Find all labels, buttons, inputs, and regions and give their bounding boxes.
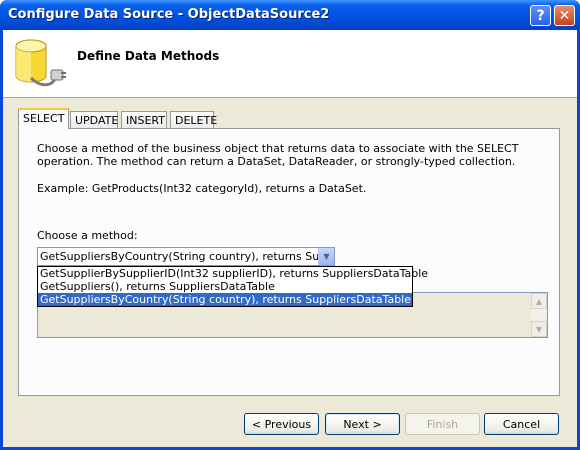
tab-update[interactable]: UPDATE (70, 111, 118, 128)
example-text: Example: GetProducts(Int32 categoryId), … (37, 182, 367, 195)
choose-method-label: Choose a method: (37, 229, 138, 242)
next-button[interactable]: Next > (325, 413, 400, 435)
scroll-up-icon[interactable]: ▲ (531, 293, 547, 309)
dialog-window: Configure Data Source - ObjectDataSource… (0, 0, 580, 450)
previous-button[interactable]: < Previous (244, 413, 319, 435)
dropdown-option[interactable]: GetSuppliers(), returns SuppliersDataTab… (38, 280, 412, 293)
dropdown-option-selected[interactable]: GetSuppliersByCountry(String country), r… (38, 293, 412, 306)
close-button[interactable]: ✕ (554, 5, 575, 26)
dialog-client-area: Define Data Methods SELECT UPDATE INSERT… (3, 30, 577, 447)
cancel-button[interactable]: Cancel (484, 413, 559, 435)
wizard-header: Define Data Methods (3, 30, 577, 98)
method-combobox[interactable]: GetSuppliersByCountry(String country), r… (37, 247, 335, 266)
database-plug-icon (15, 39, 66, 87)
page-title: Define Data Methods (77, 49, 220, 63)
scroll-down-icon[interactable]: ▼ (531, 321, 547, 337)
combo-selected-value: GetSuppliersByCountry(String country), r… (40, 250, 334, 263)
window-title: Configure Data Source - ObjectDataSource… (8, 7, 330, 22)
finish-button[interactable]: Finish (405, 413, 480, 435)
title-bar[interactable]: Configure Data Source - ObjectDataSource… (0, 0, 580, 30)
tab-insert[interactable]: INSERT (121, 111, 167, 128)
select-tab-panel: Choose a method of the business object t… (18, 128, 560, 396)
tab-delete[interactable]: DELETE (170, 111, 217, 128)
dropdown-option[interactable]: GetSupplierBySupplierID(Int32 supplierID… (38, 267, 428, 280)
vertical-scrollbar[interactable]: ▲ ▼ (531, 293, 547, 337)
method-description-text: Choose a method of the business object t… (37, 142, 519, 168)
tab-select[interactable]: SELECT (18, 108, 69, 129)
help-button[interactable]: ? (530, 5, 551, 26)
method-dropdown-list: GetSupplierBySupplierID(Int32 supplierID… (37, 266, 428, 307)
chevron-down-icon[interactable]: ▼ (318, 248, 334, 265)
